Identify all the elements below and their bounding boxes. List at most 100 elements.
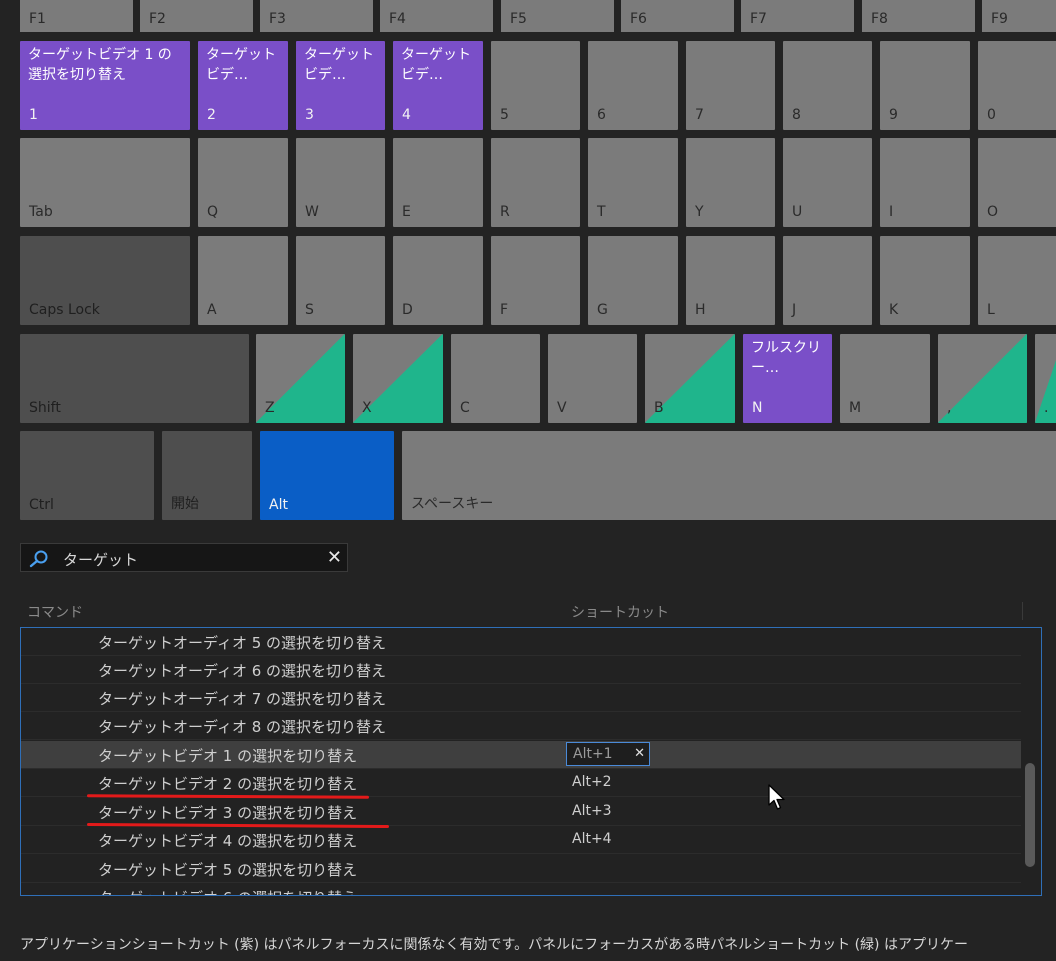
key-r[interactable]: R: [491, 138, 580, 227]
key-label: 7: [695, 107, 704, 123]
key-y[interactable]: Y: [686, 138, 775, 227]
key-v[interactable]: V: [548, 334, 637, 423]
key-label: N: [752, 400, 763, 416]
key-start[interactable]: 開始: [162, 431, 252, 520]
list-item[interactable]: ターゲットオーディオ 7 の選択を切り替え: [21, 684, 1021, 712]
key-8[interactable]: 8: [783, 41, 872, 130]
key-a[interactable]: A: [198, 236, 288, 325]
key-f5[interactable]: F5: [501, 0, 614, 32]
key-label: F3: [269, 11, 286, 27]
shortcut-value[interactable]: Alt+2: [572, 774, 612, 790]
key-s[interactable]: S: [296, 236, 385, 325]
command-name: ターゲットビデオ 2 の選択を切り替え: [98, 775, 358, 793]
key-label: Caps Lock: [29, 302, 100, 318]
clear-search-icon[interactable]: ✕: [327, 547, 342, 568]
key-f9[interactable]: F9: [982, 0, 1056, 32]
key-label: Alt: [269, 497, 288, 513]
key-q[interactable]: Q: [198, 138, 288, 227]
command-name: ターゲットビデオ 3 の選択を切り替え: [98, 804, 358, 822]
key-2[interactable]: ターゲットビデ… 2: [198, 41, 288, 130]
command-name: ターゲットオーディオ 5 の選択を切り替え: [98, 634, 387, 652]
key-label: 8: [792, 107, 801, 123]
search-input[interactable]: ターゲット: [63, 549, 138, 570]
list-item-selected[interactable]: ターゲットビデオ 1 の選択を切り替え Alt+1 ✕: [21, 741, 1021, 769]
key-t[interactable]: T: [588, 138, 678, 227]
key-space[interactable]: スペースキー: [402, 431, 1056, 520]
list-item[interactable]: ターゲットオーディオ 8 の選択を切り替え: [21, 712, 1021, 740]
scrollbar-thumb[interactable]: [1025, 763, 1035, 867]
key-f6[interactable]: F6: [621, 0, 734, 32]
key-7[interactable]: 7: [686, 41, 775, 130]
key-caps-lock[interactable]: Caps Lock: [20, 236, 190, 325]
key-w[interactable]: W: [296, 138, 385, 227]
key-alt[interactable]: Alt: [260, 431, 394, 520]
key-m[interactable]: M: [840, 334, 930, 423]
key-n[interactable]: フルスクリー… N: [743, 334, 832, 423]
key-4[interactable]: ターゲットビデ… 4: [393, 41, 483, 130]
key-o[interactable]: O: [978, 138, 1056, 227]
list-item[interactable]: ターゲットビデオ 5 の選択を切り替え: [21, 855, 1021, 883]
shortcut-edit-field[interactable]: Alt+1 ✕: [566, 742, 650, 766]
list-item[interactable]: ターゲットビデオ 4 の選択を切り替え Alt+4: [21, 826, 1021, 854]
key-label: F5: [510, 11, 527, 27]
key-label: V: [557, 400, 567, 416]
key-shift[interactable]: Shift: [20, 334, 249, 423]
search-icon: [29, 550, 49, 572]
column-divider: [1022, 602, 1023, 620]
key-z[interactable]: Z: [256, 334, 345, 423]
key-e[interactable]: E: [393, 138, 483, 227]
list-item[interactable]: ターゲットオーディオ 5 の選択を切り替え: [21, 628, 1021, 656]
key-label: M: [849, 400, 862, 416]
column-header-shortcut[interactable]: ショートカット: [571, 602, 669, 622]
list-item[interactable]: ターゲットオーディオ 6 の選択を切り替え: [21, 656, 1021, 684]
key-g[interactable]: G: [588, 236, 678, 325]
key-ctrl[interactable]: Ctrl: [20, 431, 154, 520]
key-label: K: [889, 302, 899, 318]
key-f7[interactable]: F7: [741, 0, 854, 32]
command-name: ターゲットビデオ 4 の選択を切り替え: [98, 832, 358, 850]
key-3[interactable]: ターゲットビデ… 3: [296, 41, 385, 130]
command-list[interactable]: ターゲットオーディオ 5 の選択を切り替え ターゲットオーディオ 6 の選択を切…: [20, 627, 1042, 896]
key-1[interactable]: ターゲットビデオ 1 の選択を切り替え 1: [20, 41, 190, 130]
key-f3[interactable]: F3: [260, 0, 373, 32]
search-field[interactable]: ターゲット ✕: [20, 543, 348, 572]
key-label: W: [305, 204, 319, 220]
key-command: ターゲットビデ…: [401, 47, 471, 83]
key-d[interactable]: D: [393, 236, 483, 325]
key-label: Y: [695, 204, 704, 220]
list-item[interactable]: ターゲットビデオ 3 の選択を切り替え Alt+3: [21, 798, 1021, 826]
list-item[interactable]: ターゲットビデオ 2 の選択を切り替え Alt+2: [21, 769, 1021, 797]
key-i[interactable]: I: [880, 138, 970, 227]
key-f1[interactable]: F1: [20, 0, 133, 32]
remove-shortcut-icon[interactable]: ✕: [634, 746, 645, 761]
key-f8[interactable]: F8: [862, 0, 975, 32]
key-f2[interactable]: F2: [140, 0, 253, 32]
key-period[interactable]: .: [1035, 334, 1056, 423]
key-0[interactable]: 0: [978, 41, 1056, 130]
shortcut-value[interactable]: Alt+3: [572, 803, 612, 819]
column-header-command[interactable]: コマンド: [27, 602, 83, 622]
key-label: F1: [29, 11, 46, 27]
key-x[interactable]: X: [353, 334, 443, 423]
key-5[interactable]: 5: [491, 41, 580, 130]
shortcut-value[interactable]: Alt+4: [572, 831, 612, 847]
key-label: 3: [305, 107, 314, 123]
key-b[interactable]: B: [645, 334, 735, 423]
key-u[interactable]: U: [783, 138, 872, 227]
key-l[interactable]: L: [978, 236, 1056, 325]
key-k[interactable]: K: [880, 236, 970, 325]
key-f4[interactable]: F4: [380, 0, 493, 32]
key-comma[interactable]: ,: [938, 334, 1027, 423]
key-label: J: [792, 302, 797, 318]
key-9[interactable]: 9: [880, 41, 970, 130]
key-f[interactable]: F: [491, 236, 580, 325]
key-tab[interactable]: Tab: [20, 138, 190, 227]
key-label: スペースキー: [411, 496, 494, 512]
key-c[interactable]: C: [451, 334, 540, 423]
command-name: ターゲットビデオ 5 の選択を切り替え: [98, 861, 358, 879]
list-item[interactable]: ターゲットビデオ 6 の選択を切り替え: [21, 883, 1021, 895]
key-h[interactable]: H: [686, 236, 775, 325]
key-6[interactable]: 6: [588, 41, 678, 130]
key-j[interactable]: J: [783, 236, 872, 325]
key-label: U: [792, 204, 803, 220]
